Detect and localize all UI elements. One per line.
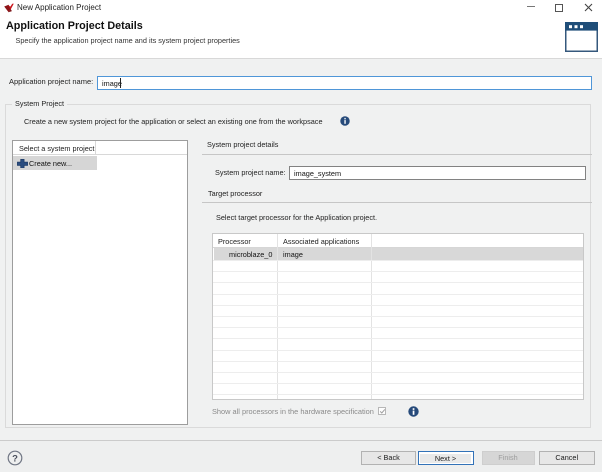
svg-text:?: ?: [12, 453, 18, 464]
